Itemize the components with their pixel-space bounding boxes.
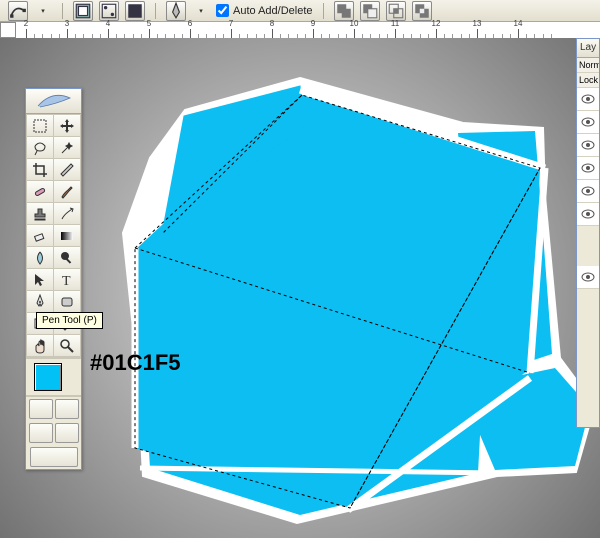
- type-tool[interactable]: T: [54, 269, 80, 290]
- heal-tool[interactable]: [27, 181, 53, 202]
- auto-add-delete-checkbox[interactable]: Auto Add/Delete: [216, 4, 313, 17]
- pen-opt-dropdown[interactable]: ▾: [192, 4, 210, 18]
- divider: [155, 3, 156, 19]
- shape-tool[interactable]: [54, 291, 80, 312]
- layer-visibility-icon[interactable]: [577, 180, 599, 203]
- standard-mode-button[interactable]: [29, 399, 53, 419]
- ruler-corner: [0, 22, 16, 38]
- path-mode-dropdown[interactable]: ▾: [34, 4, 52, 18]
- jump-to-button[interactable]: [30, 447, 78, 467]
- toolbox-header-feather-icon: [26, 89, 81, 114]
- jump-row: [26, 445, 81, 469]
- dodge-tool[interactable]: [54, 247, 80, 268]
- layers-tab[interactable]: Lay: [577, 39, 599, 58]
- layer-gap: [577, 226, 599, 266]
- bool-add-icon[interactable]: [334, 1, 354, 21]
- screen-mode-row: [26, 421, 81, 445]
- crop-tool[interactable]: [27, 159, 53, 180]
- fill-pixels-icon[interactable]: [125, 1, 145, 21]
- divider: [62, 3, 63, 19]
- mask-mode-row: [26, 397, 81, 421]
- pen-tool[interactable]: [27, 291, 53, 312]
- color-swatch-area: [26, 359, 81, 395]
- foreground-color-swatch[interactable]: [34, 363, 62, 391]
- ruler-horizontal: 234567891011121314: [0, 22, 600, 39]
- toolbox: T: [25, 88, 82, 470]
- shape-layers-icon[interactable]: [73, 1, 93, 21]
- marquee-tool[interactable]: [27, 115, 53, 136]
- divider: [323, 3, 324, 19]
- auto-add-delete-label: Auto Add/Delete: [233, 5, 313, 17]
- pen-icon-opt[interactable]: [166, 1, 186, 21]
- wand-tool[interactable]: [54, 137, 80, 158]
- slice-tool[interactable]: [54, 159, 80, 180]
- pen-tool-tooltip: Pen Tool (P): [36, 312, 103, 329]
- gradient-tool[interactable]: [54, 225, 80, 246]
- move-tool[interactable]: [54, 115, 80, 136]
- layer-visibility-icon[interactable]: [577, 111, 599, 134]
- zoom-tool[interactable]: [54, 335, 80, 356]
- eraser-tool[interactable]: [27, 225, 53, 246]
- brush-tool[interactable]: [54, 181, 80, 202]
- layer-visibility-icon[interactable]: [577, 134, 599, 157]
- bool-intersect-icon[interactable]: [386, 1, 406, 21]
- auto-add-delete-input[interactable]: [216, 4, 229, 17]
- hand-tool[interactable]: [27, 335, 53, 356]
- layer-visibility-icon[interactable]: [577, 88, 599, 111]
- app-root: ▾ ▾ Auto Add/Delete 234567891011121314: [0, 0, 600, 538]
- paths-icon[interactable]: [99, 1, 119, 21]
- svg-text:T: T: [62, 274, 71, 288]
- history-brush-tool[interactable]: [54, 203, 80, 224]
- options-bar: ▾ ▾ Auto Add/Delete: [0, 0, 600, 22]
- blend-mode-row[interactable]: Norm: [577, 58, 599, 73]
- screen-mode-2[interactable]: [55, 423, 79, 443]
- paths-mode-icon[interactable]: [8, 1, 28, 21]
- bool-exclude-icon[interactable]: [412, 1, 432, 21]
- quickmask-mode-button[interactable]: [55, 399, 79, 419]
- layer-visibility-icon[interactable]: [577, 157, 599, 180]
- layer-visibility-icon[interactable]: [577, 203, 599, 226]
- screen-mode-1[interactable]: [29, 423, 53, 443]
- lasso-tool[interactable]: [27, 137, 53, 158]
- stamp-tool[interactable]: [27, 203, 53, 224]
- hex-annotation: #01C1F5: [90, 350, 181, 376]
- layer-visibility-icon[interactable]: [577, 266, 599, 289]
- lock-row: Lock: [577, 73, 599, 88]
- layers-panel[interactable]: Lay Norm Lock: [576, 38, 600, 428]
- bool-subtract-icon[interactable]: [360, 1, 380, 21]
- canvas-area[interactable]: [0, 38, 600, 538]
- envelope-artwork: [0, 38, 600, 538]
- blur-tool[interactable]: [27, 247, 53, 268]
- path-select-tool[interactable]: [27, 269, 53, 290]
